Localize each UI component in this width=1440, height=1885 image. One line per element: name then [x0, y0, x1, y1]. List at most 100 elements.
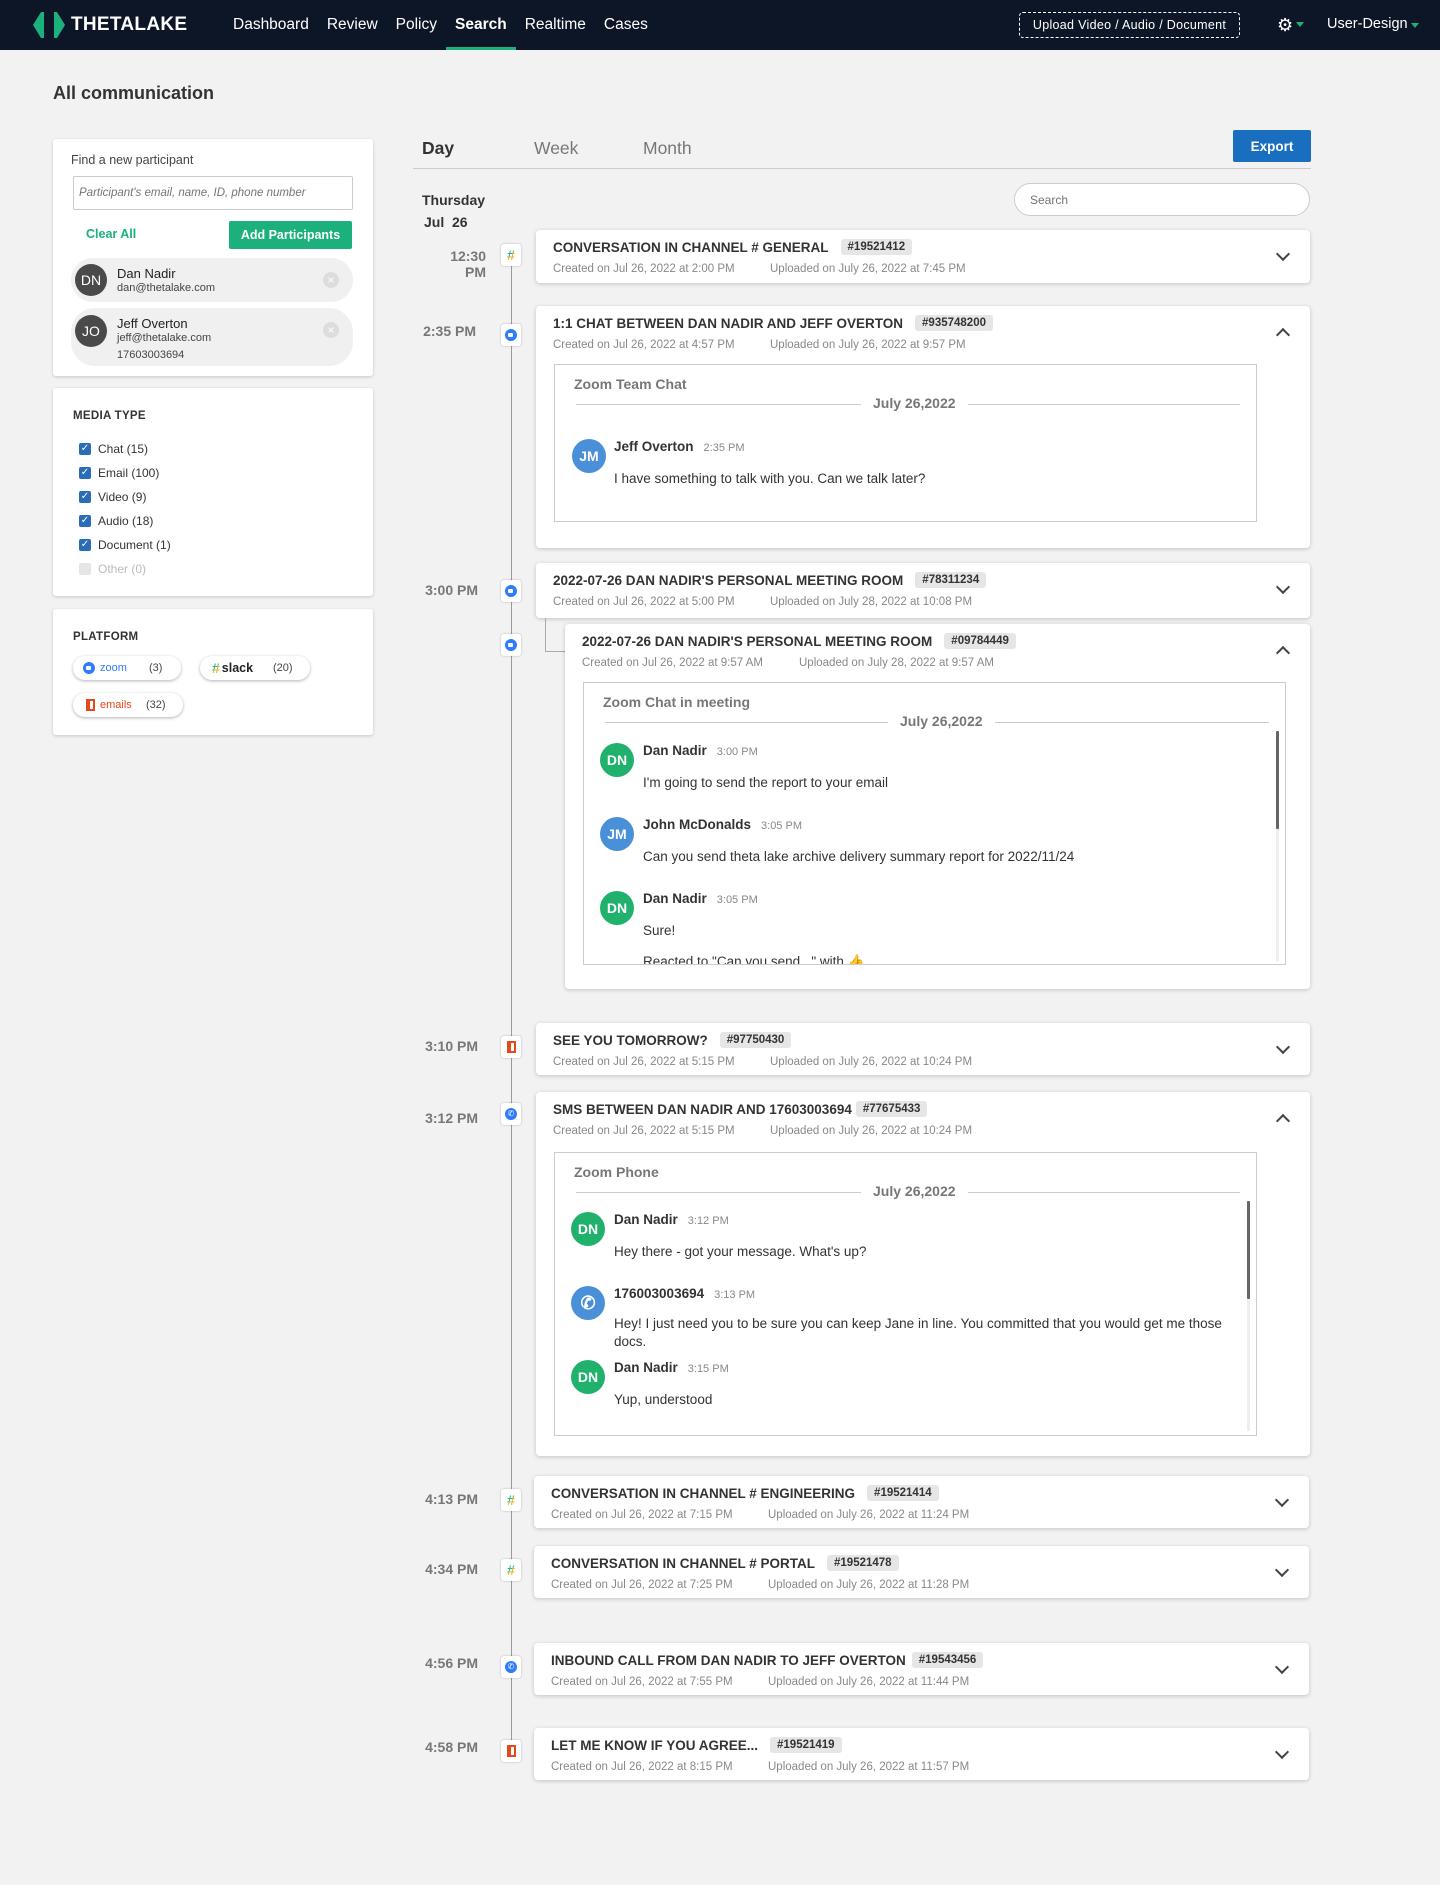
event-id-badge: #19521419	[770, 1737, 842, 1753]
checkbox-checked-icon[interactable]: ✓	[79, 467, 91, 479]
message-author: Dan Nadir 3:15 PM	[614, 1360, 729, 1375]
chevron-down-icon[interactable]	[1275, 246, 1291, 262]
event-card[interactable]: CONVERSATION IN CHANNEL # ENGINEERING #19…	[534, 1476, 1309, 1528]
event-card[interactable]: 1:1 CHAT BETWEEN DAN NADIR AND JEFF OVER…	[536, 306, 1310, 548]
filter-label: Video (9)	[98, 490, 147, 504]
message-author: Jeff Overton 2:35 PM	[614, 439, 745, 454]
tab-day[interactable]: Day	[422, 138, 454, 159]
find-participant-label: Find a new participant	[71, 153, 194, 167]
participant-chip: JO Jeff Overton jeff@thetalake.com 17603…	[71, 308, 353, 366]
event-id-badge: #97750430	[719, 1032, 792, 1048]
chat-scrollbar-thumb[interactable]	[1247, 1201, 1250, 1299]
event-card[interactable]: INBOUND CALL FROM DAN NADIR TO JEFF OVER…	[534, 1643, 1309, 1695]
avatar: JO	[75, 315, 107, 347]
event-meta: Created on Jul 26, 2022 at 4:57 PM Upload…	[553, 339, 966, 351]
checkbox-checked-icon[interactable]: ✓	[79, 491, 91, 503]
chevron-down-icon[interactable]	[1274, 1659, 1290, 1675]
date-heading: Thursday Jul 26	[422, 189, 485, 233]
event-meta: Created on Jul 26, 2022 at 9:57 AM Upload…	[582, 657, 995, 669]
platform-emails-pill[interactable]: emails (32)	[73, 693, 183, 717]
platform-zoom-pill[interactable]: zoom (3)	[73, 656, 181, 680]
logo-hex-icon	[33, 12, 65, 38]
event-card[interactable]: CONVERSATION IN CHANNEL # GENERAL #195214…	[536, 230, 1310, 283]
slack-icon: #	[501, 244, 521, 266]
nav-cases[interactable]: Cases	[595, 0, 657, 50]
nav-dashboard[interactable]: Dashboard	[224, 0, 318, 50]
event-id-badge: #09784449	[944, 633, 1016, 649]
chat-transcript[interactable]: Zoom Team Chat July 26,2022 JM Jeff Over…	[554, 364, 1257, 522]
nav-policy[interactable]: Policy	[387, 0, 446, 50]
chevron-down-icon[interactable]	[1274, 1562, 1290, 1578]
export-button[interactable]: Export	[1233, 130, 1311, 162]
event-time: 4:56 PM	[425, 1655, 478, 1671]
nav-review[interactable]: Review	[318, 0, 387, 50]
thetalake-logo[interactable]: THETALAKE	[33, 12, 187, 38]
event-id-badge: #77675433	[855, 1101, 928, 1117]
nav-realtime[interactable]: Realtime	[516, 0, 595, 50]
event-title: SEE YOU TOMORROW? #97750430	[553, 1032, 792, 1048]
chevron-down-icon[interactable]	[1275, 579, 1291, 595]
event-time: 3:00 PM	[425, 582, 478, 598]
media-filter-other[interactable]: Other (0)	[79, 562, 146, 576]
platform-card: PLATFORM zoom (3) # slack (20) emails (3…	[53, 609, 373, 735]
checkbox-checked-icon[interactable]: ✓	[79, 443, 91, 455]
media-filter-audio[interactable]: ✓ Audio (18)	[79, 514, 153, 528]
add-participants-button[interactable]: Add Participants	[229, 221, 352, 249]
event-title: CONVERSATION IN CHANNEL # ENGINEERING #19…	[551, 1485, 939, 1501]
chat-date: July 26,2022	[861, 1183, 968, 1199]
event-id-badge: #19521478	[827, 1555, 899, 1571]
phone-icon: ✆	[501, 1656, 521, 1678]
event-card[interactable]: SMS BETWEEN DAN NADIR AND 17603003694 #77…	[536, 1092, 1310, 1456]
checkbox-checked-icon[interactable]: ✓	[79, 539, 91, 551]
avatar: DN	[571, 1360, 605, 1394]
media-filter-document[interactable]: ✓ Document (1)	[79, 538, 171, 552]
event-title: CONVERSATION IN CHANNEL # GENERAL #195214…	[553, 239, 913, 255]
platform-count: (20)	[273, 662, 293, 674]
message-text: Can you send theta lake archive delivery…	[643, 849, 1075, 864]
event-card[interactable]: SEE YOU TOMORROW? #97750430 Created on Ju…	[536, 1023, 1310, 1075]
office-icon	[501, 1740, 521, 1762]
media-filter-email[interactable]: ✓ Email (100)	[79, 466, 159, 480]
media-filter-video[interactable]: ✓ Video (9)	[79, 490, 146, 504]
platform-slack-pill[interactable]: # slack (20)	[200, 656, 310, 680]
tab-month[interactable]: Month	[643, 138, 692, 159]
chat-transcript[interactable]: Zoom Phone July 26,2022 DN Dan Nadir 3:12…	[554, 1152, 1257, 1436]
settings-caret-icon[interactable]	[1296, 22, 1304, 27]
chat-scrollbar-thumb[interactable]	[1276, 731, 1279, 829]
chevron-down-icon[interactable]	[1274, 1744, 1290, 1760]
media-filter-chat[interactable]: ✓ Chat (15)	[79, 442, 148, 456]
message-text: Hey there - got your message. What's up?	[614, 1244, 867, 1259]
office-icon	[501, 1036, 521, 1058]
remove-participant-icon[interactable]: ×	[323, 272, 339, 288]
event-card[interactable]: CONVERSATION IN CHANNEL # PORTAL #1952147…	[534, 1546, 1309, 1598]
message-author: Dan Nadir 3:12 PM	[614, 1212, 729, 1227]
chat-transcript[interactable]: Zoom Chat in meeting July 26,2022 DN Dan…	[583, 682, 1286, 965]
gear-icon[interactable]: ⚙	[1277, 15, 1293, 36]
event-title: 1:1 CHAT BETWEEN DAN NADIR AND JEFF OVER…	[553, 315, 993, 331]
checkbox-checked-icon[interactable]: ✓	[79, 515, 91, 527]
event-card[interactable]: LET ME KNOW IF YOU AGREE... #19521419 Cre…	[534, 1728, 1309, 1780]
thread-connector	[545, 618, 565, 652]
timeline-search-input[interactable]	[1014, 183, 1310, 216]
chevron-down-icon[interactable]	[1275, 1039, 1291, 1055]
chevron-down-icon[interactable]	[1274, 1492, 1290, 1508]
nav-search[interactable]: Search	[446, 0, 516, 50]
main-nav: Dashboard Review Policy Search Realtime …	[224, 0, 657, 50]
event-meta: Created on Jul 26, 2022 at 5:15 PM Upload…	[553, 1125, 973, 1137]
chevron-up-icon[interactable]	[1275, 1113, 1291, 1129]
remove-participant-icon[interactable]: ×	[323, 322, 339, 338]
filter-label: Chat (15)	[98, 442, 149, 456]
upload-button[interactable]: Upload Video / Audio / Document	[1019, 12, 1240, 38]
filter-label: Other (0)	[98, 562, 147, 576]
chevron-up-icon[interactable]	[1275, 645, 1291, 661]
chevron-up-icon[interactable]	[1275, 327, 1291, 343]
event-card[interactable]: 2022-07-26 DAN NADIR'S PERSONAL MEETING …	[536, 563, 1310, 618]
user-menu[interactable]: User-Design	[1327, 16, 1408, 32]
clear-all-link[interactable]: Clear All	[86, 227, 136, 241]
participant-search-input[interactable]	[73, 176, 353, 210]
message-text: Yup, understood	[614, 1392, 713, 1407]
tab-week[interactable]: Week	[534, 138, 578, 159]
event-card[interactable]: 2022-07-26 DAN NADIR'S PERSONAL MEETING …	[565, 624, 1310, 989]
event-title: LET ME KNOW IF YOU AGREE... #19521419	[551, 1737, 842, 1753]
user-caret-icon[interactable]	[1411, 23, 1419, 28]
